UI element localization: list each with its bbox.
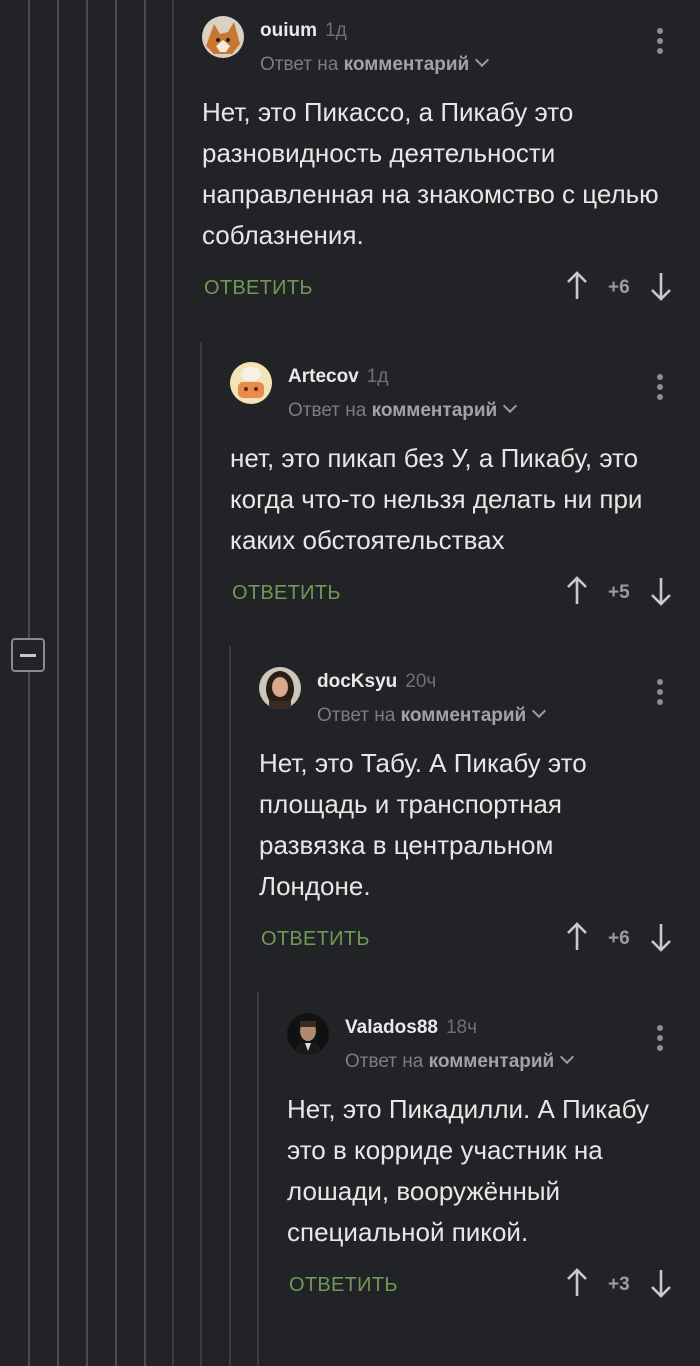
- more-menu-icon[interactable]: [657, 679, 663, 705]
- reply-to-link[interactable]: Ответ на комментарий: [317, 703, 547, 727]
- reply-button[interactable]: ОТВЕТИТЬ: [232, 582, 341, 605]
- reply-to-link[interactable]: Ответ на комментарий: [345, 1049, 575, 1073]
- thread-line: [115, 0, 117, 1366]
- comment: docKsyu 20ч Ответ на комментарий Нет, это…: [259, 667, 672, 960]
- comment-actions: ОТВЕТИТЬ +5: [230, 574, 672, 614]
- downvote-arrow-icon[interactable]: [650, 922, 672, 952]
- comment-time: 1д: [366, 366, 389, 387]
- thread-line: [86, 0, 88, 1366]
- upvote-arrow-icon[interactable]: [566, 1268, 588, 1298]
- comment-actions: ОТВЕТИТЬ +3: [287, 1266, 672, 1306]
- thread-line: [144, 0, 146, 1366]
- godfather-avatar-icon[interactable]: [287, 1013, 329, 1055]
- author-name[interactable]: docKsyu 20ч: [317, 671, 436, 693]
- chevron-down-icon: [503, 398, 518, 414]
- upvote-arrow-icon[interactable]: [566, 271, 588, 301]
- comment-text: Нет, это Пикадилли. А Пикабу это в корри…: [287, 1094, 649, 1247]
- author-name[interactable]: Artecov 1д: [288, 366, 388, 388]
- cartoon-avatar-icon[interactable]: [230, 362, 272, 404]
- minus-icon: [20, 653, 36, 657]
- comment-time: 18ч: [445, 1017, 477, 1038]
- comment-time: 20ч: [405, 671, 437, 692]
- comment: Artecov 1д Ответ на комментарий нет, это …: [230, 362, 672, 614]
- more-menu-icon[interactable]: [657, 28, 663, 54]
- comment-actions: ОТВЕТИТЬ +6: [202, 269, 680, 309]
- comment-time: 1д: [325, 20, 347, 41]
- comment-score: +3: [608, 1274, 630, 1295]
- comment-header: Valados88 18ч Ответ на комментарий: [287, 1013, 670, 1089]
- reply-button[interactable]: ОТВЕТИТЬ: [289, 1274, 398, 1297]
- comment-actions: ОТВЕТИТЬ +6: [259, 920, 672, 960]
- thread-line: [28, 0, 30, 1366]
- portrait-avatar-icon[interactable]: [259, 667, 301, 709]
- more-menu-icon[interactable]: [657, 1025, 663, 1051]
- author-name[interactable]: Valados88 18ч: [345, 1017, 477, 1039]
- comment-score: +6: [608, 277, 630, 298]
- thread-line: [200, 342, 202, 1366]
- chevron-down-icon: [532, 703, 547, 719]
- author-name[interactable]: ouium 1д: [260, 20, 347, 42]
- comment-header: Artecov 1д Ответ на комментарий: [230, 362, 670, 438]
- downvote-arrow-icon[interactable]: [650, 576, 672, 606]
- upvote-arrow-icon[interactable]: [566, 576, 588, 606]
- comment-header: docKsyu 20ч Ответ на комментарий: [259, 667, 670, 743]
- thread-line: [229, 646, 231, 1366]
- reply-button[interactable]: ОТВЕТИТЬ: [261, 928, 370, 951]
- comment-score: +6: [608, 928, 630, 949]
- reply-to-link[interactable]: Ответ на комментарий: [260, 52, 490, 76]
- downvote-arrow-icon[interactable]: [650, 1268, 672, 1298]
- fox-avatar-icon[interactable]: [202, 16, 244, 58]
- comment: ouium 1д Ответ на комментарий Нет, это Пи…: [202, 16, 680, 309]
- upvote-arrow-icon[interactable]: [566, 922, 588, 952]
- thread-line: [172, 0, 174, 1366]
- thread-line: [57, 0, 59, 1366]
- chevron-down-icon: [475, 52, 490, 68]
- reply-button[interactable]: ОТВЕТИТЬ: [204, 277, 313, 300]
- reply-to-link[interactable]: Ответ на комментарий: [288, 398, 518, 422]
- comment-header: ouium 1д Ответ на комментарий: [202, 16, 680, 92]
- comment-text: Нет, это Табу. А Пикабу это площадь и тр…: [259, 748, 587, 901]
- more-menu-icon[interactable]: [657, 374, 663, 400]
- collapse-thread-button[interactable]: [11, 638, 45, 672]
- downvote-arrow-icon[interactable]: [650, 271, 672, 301]
- chevron-down-icon: [560, 1049, 575, 1065]
- comment-text: нет, это пикап без У, а Пикабу, это когд…: [230, 443, 643, 555]
- comment-score: +5: [608, 582, 630, 603]
- thread-line: [257, 992, 259, 1366]
- comment: Valados88 18ч Ответ на комментарий Нет, э…: [287, 1013, 672, 1306]
- comment-text: Нет, это Пикассо, а Пикабу это разновидн…: [202, 97, 659, 250]
